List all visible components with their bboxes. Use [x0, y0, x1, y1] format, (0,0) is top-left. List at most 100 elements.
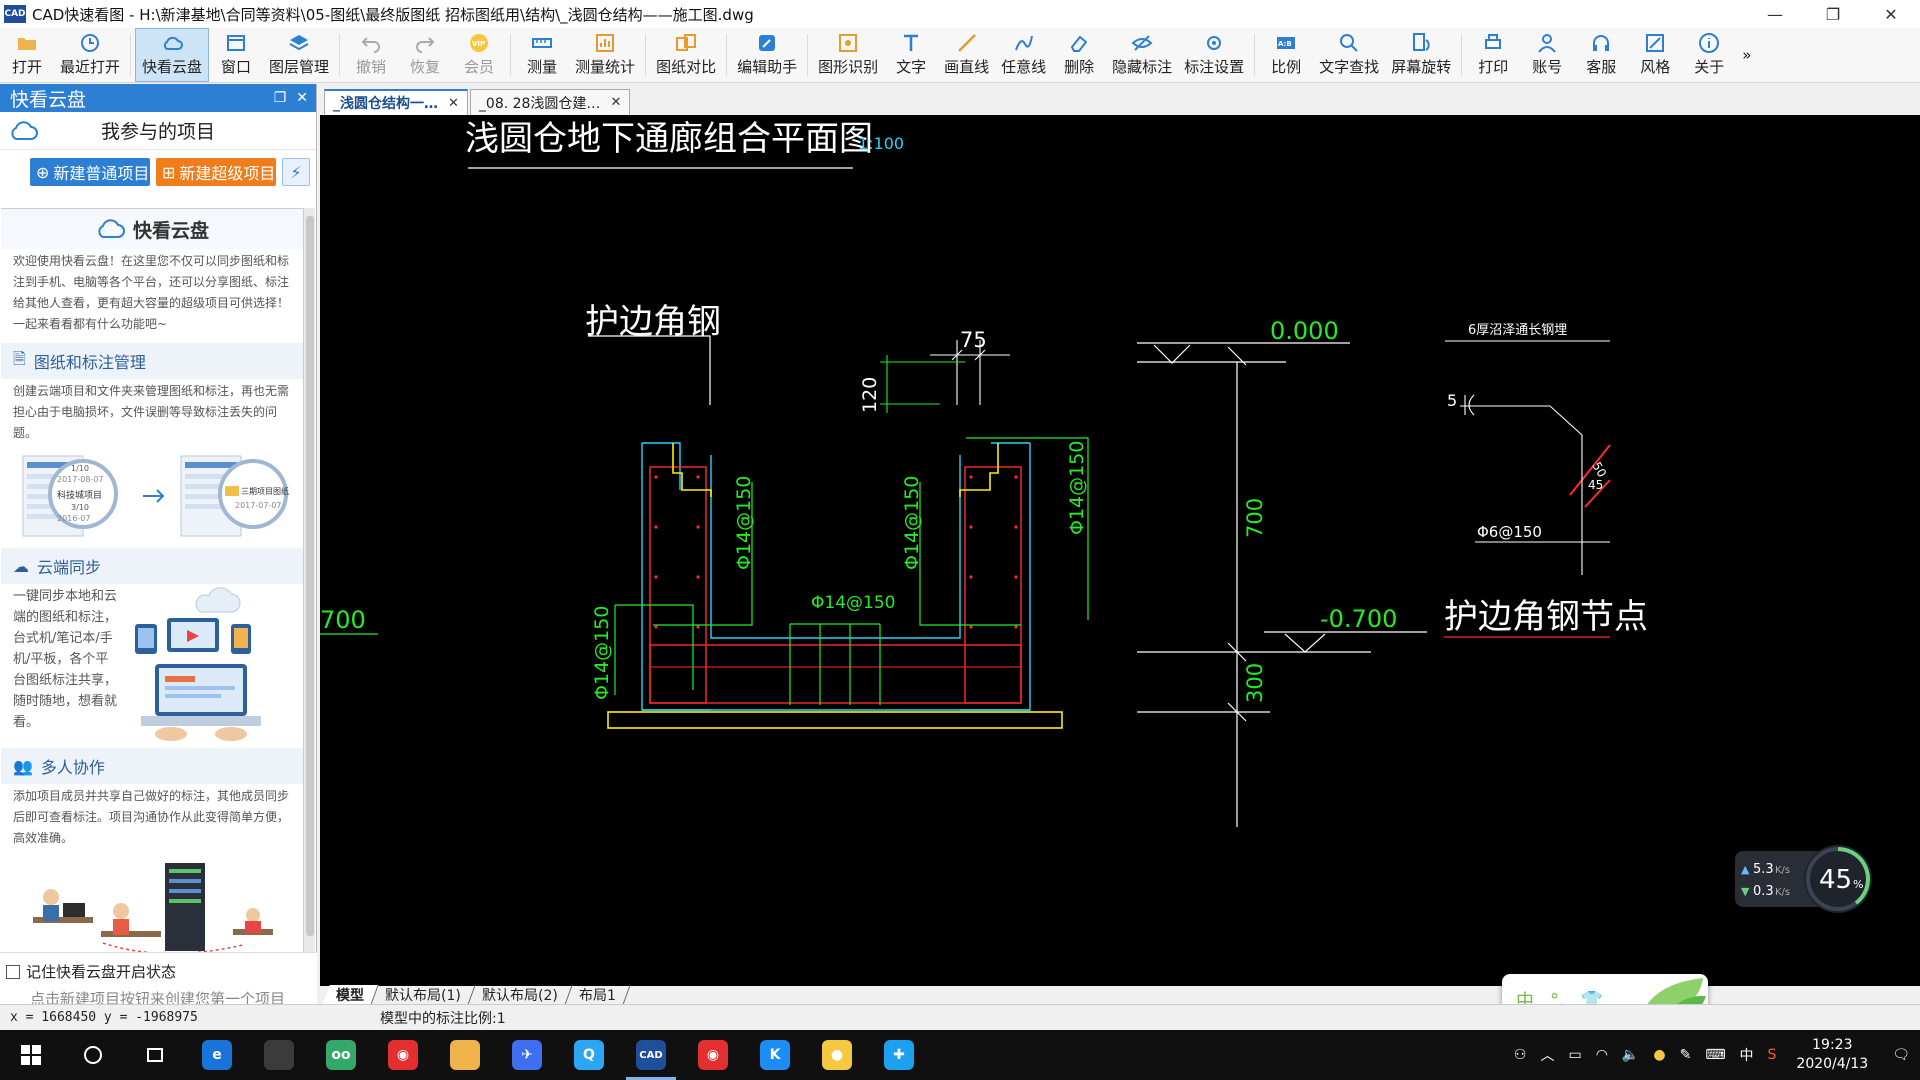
taskbar-tripadvisor-button[interactable]: oo [310, 1030, 372, 1080]
toolbar-window-button[interactable]: 窗口 [209, 28, 263, 82]
toolbar-line-button[interactable]: 画直线 [938, 28, 995, 82]
tab-model[interactable]: 模型 [322, 985, 379, 1005]
dim-75: 75 [960, 328, 987, 352]
intro-text: 欢迎使用快看云盘！在这里您不仅可以同步图纸和标注到手机、电脑等各个平台，还可以分… [13, 254, 290, 331]
layers-icon [288, 33, 310, 53]
toolbar-redo-button[interactable]: 恢复 [398, 28, 452, 82]
toolbar-undo-button[interactable]: 撤销 [344, 28, 398, 82]
close-button[interactable]: ✕ [1862, 0, 1920, 28]
app-tray-icon[interactable]: ● [1653, 1047, 1665, 1063]
tab-layout-2[interactable]: 默认布局(2) [468, 985, 573, 1005]
pen-icon[interactable]: ✎ [1680, 1047, 1692, 1063]
toolbar-text-button[interactable]: 文字 [884, 28, 938, 82]
toolbar-shape-recognize-button[interactable]: 图形识别 [812, 28, 884, 82]
toolbar-separator [645, 34, 647, 76]
toolbar-info-button[interactable]: 关于 [1682, 28, 1736, 82]
toolbar-compare-button[interactable]: 图纸对比 [650, 28, 722, 82]
toolbar-freehand-button[interactable]: 任意线 [995, 28, 1052, 82]
new-normal-project-button[interactable]: ⊕ 新建普通项目 [30, 158, 150, 186]
people-icon[interactable]: ⚇ [1514, 1047, 1527, 1063]
tab-layout-3[interactable]: 布局1 [565, 985, 631, 1005]
taskbar-feishu-button[interactable]: ✈ [496, 1030, 558, 1080]
sync-button[interactable]: ⚡ [282, 158, 310, 186]
scrollbar-thumb[interactable] [306, 216, 314, 936]
network-speed-widget[interactable]: ▲ 5.3 K/s ▼ 0.3 K/s 45 % [1733, 843, 1875, 915]
toolbar-eye-hide-button[interactable]: 隐藏标注 [1106, 28, 1178, 82]
toolbar-rotate-screen-button[interactable]: 屏幕旋转 [1385, 28, 1457, 82]
tab-label: 默认布局(1) [385, 988, 461, 1004]
wifi-icon[interactable]: ◠ [1596, 1047, 1608, 1063]
detail-leader [1460, 405, 1583, 436]
toolbar-vip-button[interactable]: VIP 会员 [452, 28, 506, 82]
taskbar-qq-browser-button[interactable]: Q [558, 1030, 620, 1080]
toolbar-label: 最近打开 [60, 58, 121, 76]
taskbar-cross-app-button[interactable]: ✚ [868, 1030, 930, 1080]
input-language[interactable]: 中 [1740, 1045, 1754, 1065]
remember-state-checkbox[interactable]: 记住快看云盘开启状态 [0, 953, 317, 982]
toolbar-scale-button[interactable]: A:B 比例 [1259, 28, 1313, 82]
toolbar-text-search-button[interactable]: 文字查找 [1313, 28, 1385, 82]
tab-drawing-2[interactable]: _08. 28浅圆仓建… ✕ [469, 89, 631, 115]
toolbar-cloud-button[interactable]: 快看云盘 [135, 28, 210, 82]
tripadvisor-icon: oo [326, 1040, 356, 1070]
clock[interactable]: 19:23 2020/4/13 [1796, 1036, 1868, 1074]
minimize-button[interactable]: — [1746, 0, 1804, 28]
rebar-label-right-outer: Φ14@150 [1066, 441, 1088, 535]
tab-close-icon[interactable]: ✕ [610, 95, 621, 110]
volume-icon[interactable]: 🔈 [1622, 1047, 1639, 1063]
cad-drawing[interactable]: 浅圆仓地下通廊组合平面图 1:100 护边角钢 Φ14@150 Φ14@150 … [320, 115, 1920, 986]
taskbar-start-button[interactable] [0, 1030, 62, 1080]
toolbar-more-button[interactable]: » [1736, 28, 1757, 82]
measure-stats-icon [594, 33, 616, 53]
toolbar-label: 比例 [1271, 58, 1302, 76]
toolbar-style-button[interactable]: 风格 [1628, 28, 1682, 82]
toolbar-eraser-button[interactable]: 删除 [1052, 28, 1106, 82]
taskbar-edge-button[interactable]: e [186, 1030, 248, 1080]
side-panel-scrollbar[interactable] [303, 208, 315, 952]
taskbar-cad-viewer-button[interactable]: CAD [620, 1030, 682, 1080]
panel-float-icon[interactable]: ❐ [274, 90, 287, 106]
toolbar-user-button[interactable]: 账号 [1520, 28, 1574, 82]
sogou-icon[interactable]: S [1768, 1047, 1777, 1063]
taskbar-kugou-button[interactable]: K [744, 1030, 806, 1080]
taskbar-store-button[interactable] [248, 1030, 310, 1080]
panel-close-icon[interactable]: ✕ [296, 90, 308, 106]
taskbar-netease-music-2-button[interactable]: ◉ [682, 1030, 744, 1080]
section-title: 云端同步 [37, 558, 102, 577]
section-title: 多人协作 [40, 758, 105, 777]
toolbar-label: 客服 [1586, 58, 1617, 76]
toolbar-headset-button[interactable]: 客服 [1574, 28, 1628, 82]
users-icon: 👥 [13, 756, 33, 776]
toolbar-measure-stats-button[interactable]: 测量统计 [569, 28, 641, 82]
toolbar-folder-button[interactable]: 打开 [0, 28, 54, 82]
toolbar-layers-button[interactable]: 图层管理 [263, 28, 335, 82]
toolbar-clock-button[interactable]: 最近打开 [54, 28, 126, 82]
taskbar-sphere-app-button[interactable]: ● [806, 1030, 868, 1080]
chevron-up-icon[interactable]: ︿ [1540, 1045, 1554, 1065]
side-panel-header: 快看云盘 ❐ ✕ [0, 84, 316, 112]
checkbox-box[interactable] [6, 964, 20, 979]
taskbar-task-view-button[interactable] [124, 1030, 186, 1080]
battery-icon[interactable]: ▭ [1568, 1047, 1581, 1063]
cad-drawing-canvas[interactable]: 浅圆仓地下通廊组合平面图 1:100 护边角钢 Φ14@150 Φ14@150 … [320, 115, 1920, 986]
eye-hide-icon [1131, 33, 1153, 53]
cloud-side-panel: 快看云盘 ❐ ✕ 我参与的项目 ⊕ 新建普通项目 ⊞ 新建超级项目 ⚡ 快看云盘 [0, 84, 317, 1010]
tab-layout-1[interactable]: 默认布局(1) [371, 985, 476, 1005]
toolbar-label: 测量统计 [575, 58, 636, 76]
keyboard-icon[interactable]: ⌨ [1705, 1047, 1725, 1063]
toolbar-annotation-settings-button[interactable]: 标注设置 [1178, 28, 1250, 82]
taskbar-search-button[interactable] [62, 1030, 124, 1080]
taskbar-file-explorer-button[interactable] [434, 1030, 496, 1080]
elevation-marks [1137, 342, 1427, 827]
toolbar-measure-button[interactable]: 测量 [515, 28, 569, 82]
toolbar-printer-button[interactable]: 打印 [1466, 28, 1520, 82]
tab-close-icon[interactable]: ✕ [448, 96, 459, 111]
restore-button[interactable]: ❐ [1804, 0, 1862, 28]
toolbar-edit-helper-button[interactable]: 编辑助手 [731, 28, 803, 82]
taskbar-netease-music-button[interactable]: ◉ [372, 1030, 434, 1080]
illus-item-1: 科技城项目 [57, 489, 102, 501]
detail-num-45: 45 [1588, 478, 1603, 492]
notification-icon[interactable]: 🗨 [1892, 1047, 1910, 1063]
tab-drawing-1[interactable]: _浅圆仓结构一… ✕ [324, 89, 468, 115]
new-super-project-button[interactable]: ⊞ 新建超级项目 [156, 158, 276, 186]
